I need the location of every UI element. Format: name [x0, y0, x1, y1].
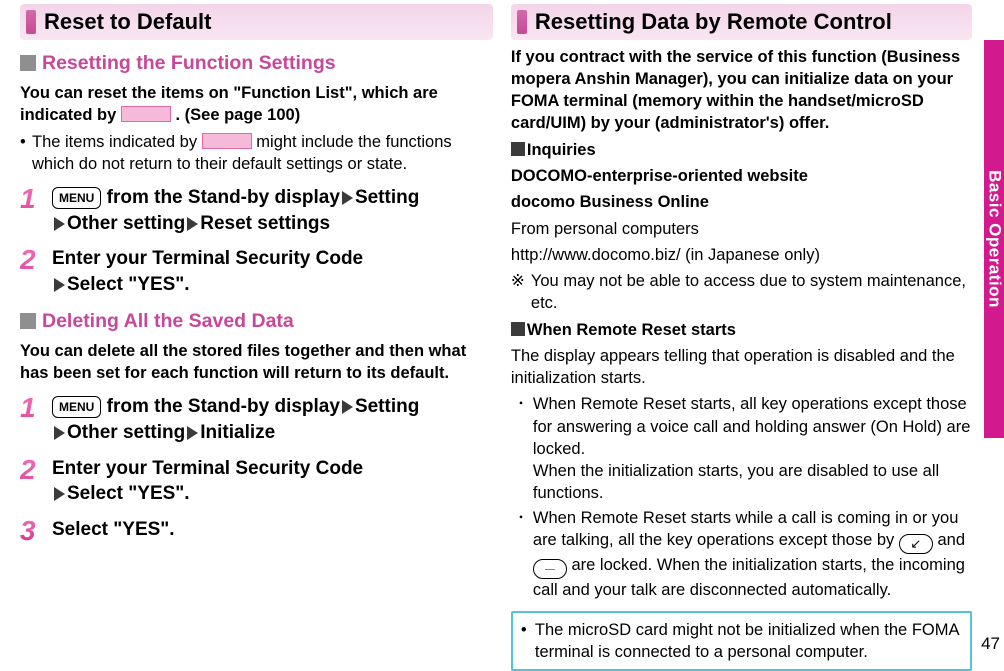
subheading-reset-function: Resetting the Function Settings — [20, 50, 493, 76]
when-label: When Remote Reset starts — [527, 321, 736, 339]
dot-icon: ･ — [517, 507, 533, 601]
kome-mark-icon: ※ — [511, 270, 531, 315]
side-tab-label: Basic Operation — [983, 170, 1004, 308]
note1b-text: When the initialization starts, you are … — [533, 462, 939, 502]
step-number: 1 — [20, 394, 52, 445]
docomo-website: DOCOMO-enterprise-oriented website — [511, 165, 972, 187]
step-text: Reset settings — [200, 213, 330, 234]
triangle-icon — [54, 426, 65, 440]
step-1-initialize: 1 MENU from the Stand-by display Setting … — [20, 394, 493, 445]
step-text: Setting — [355, 187, 419, 208]
bullet-text-a: The items indicated by — [32, 133, 197, 151]
step-text: Select "YES". — [67, 274, 190, 295]
triangle-icon — [54, 487, 65, 501]
end-key-icon: ⏤ — [533, 559, 567, 579]
note2c-text: are locked. When the initialization star… — [533, 556, 965, 599]
note2a-text: When Remote Reset starts while a call is… — [533, 509, 959, 549]
step-number: 2 — [20, 246, 52, 297]
call-key-icon: ↙ — [899, 534, 933, 554]
note1-text: When Remote Reset starts, all key operat… — [533, 395, 970, 458]
subheading-delete-all: Deleting All the Saved Data — [20, 308, 493, 334]
note-row: ･ When Remote Reset starts while a call … — [517, 507, 972, 601]
docomo-business-online: docomo Business Online — [511, 191, 972, 213]
step-body: MENU from the Stand-by display Setting Ot… — [52, 394, 493, 445]
triangle-icon — [187, 426, 198, 440]
when-remote-text: The display appears telling that operati… — [511, 345, 972, 390]
color-swatch-icon — [121, 106, 171, 122]
triangle-icon — [342, 191, 353, 205]
step-text: Select "YES". — [52, 519, 175, 540]
intro-reset-function: You can reset the items on "Function Lis… — [20, 82, 493, 127]
dot-icon: ･ — [517, 393, 533, 504]
page-number: 47 — [981, 633, 1000, 656]
when-remote-label: When Remote Reset starts — [511, 319, 972, 341]
bullet-text: The items indicated by might include the… — [32, 131, 493, 176]
step-text: Select "YES". — [67, 483, 190, 504]
intro-delete-all: You can delete all the stored files toge… — [20, 340, 493, 385]
step-2-reset: 2 Enter your Terminal Security Code Sele… — [20, 246, 493, 297]
step-number: 1 — [20, 185, 52, 236]
bullet-dot: • — [20, 131, 32, 176]
note-text: When Remote Reset starts, all key operat… — [533, 393, 972, 504]
step-body: MENU from the Stand-by display Setting Ot… — [52, 185, 493, 236]
info-box-text: The microSD card might not be initialize… — [535, 619, 962, 664]
step-1-reset: 1 MENU from the Stand-by display Setting … — [20, 185, 493, 236]
step-2-initialize: 2 Enter your Terminal Security Code Sele… — [20, 456, 493, 507]
triangle-icon — [54, 278, 65, 292]
bullet-note: • The items indicated by might include t… — [20, 131, 493, 176]
heading-reset-default: Reset to Default — [20, 4, 493, 40]
step-text: from the Stand-by display — [107, 396, 340, 417]
subheading-text: Resetting the Function Settings — [42, 50, 336, 76]
square-marker-icon — [511, 142, 525, 156]
step-text: Initialize — [200, 422, 275, 443]
step-text: Setting — [355, 396, 419, 417]
note2b-text: and — [937, 531, 965, 549]
note-list: ･ When Remote Reset starts, all key oper… — [517, 393, 972, 600]
bullet-dot: • — [521, 619, 535, 664]
step-text: Enter your Terminal Security Code — [52, 458, 363, 479]
triangle-icon — [54, 217, 65, 231]
square-marker-icon — [511, 322, 525, 336]
left-column: Reset to Default Resetting the Function … — [20, 0, 493, 671]
step-number: 3 — [20, 517, 52, 545]
page-content: Reset to Default Resetting the Function … — [0, 0, 1004, 671]
step-text: Enter your Terminal Security Code — [52, 248, 363, 269]
heading-accent-bar — [517, 10, 527, 34]
heading-text: Resetting Data by Remote Control — [535, 7, 892, 37]
kome-note: ※ You may not be able to access due to s… — [511, 270, 972, 315]
kome-text: You may not be able to access due to sys… — [531, 270, 972, 315]
side-tab: Basic Operation — [984, 40, 1004, 438]
note-text: When Remote Reset starts while a call is… — [533, 507, 972, 601]
note-row: ･ When Remote Reset starts, all key oper… — [517, 393, 972, 504]
step-3-initialize: 3 Select "YES". — [20, 517, 493, 545]
triangle-icon — [342, 400, 353, 414]
square-marker-icon — [20, 55, 36, 71]
step-text: Other setting — [67, 213, 185, 234]
from-pc: From personal computers — [511, 218, 972, 240]
intro-line2b: . (See page 100) — [175, 106, 300, 124]
square-marker-icon — [20, 313, 36, 329]
step-body: Enter your Terminal Security Code Select… — [52, 456, 493, 507]
intro-remote: If you contract with the service of this… — [511, 46, 972, 135]
heading-remote-control: Resetting Data by Remote Control — [511, 4, 972, 40]
color-swatch-icon — [202, 133, 252, 149]
step-body: Enter your Terminal Security Code Select… — [52, 246, 493, 297]
triangle-icon — [187, 217, 198, 231]
intro-line2a: indicated by — [20, 106, 116, 124]
step-number: 2 — [20, 456, 52, 507]
step-text: from the Stand-by display — [107, 187, 340, 208]
step-text: Other setting — [67, 422, 185, 443]
intro-line1: You can reset the items on "Function Lis… — [20, 84, 438, 102]
menu-key-icon: MENU — [52, 187, 101, 209]
docomo-url: http://www.docomo.biz/ (in Japanese only… — [511, 244, 972, 266]
inquiries-line: Inquiries — [511, 139, 972, 161]
heading-text: Reset to Default — [44, 7, 211, 37]
inquiries-label: Inquiries — [527, 141, 596, 159]
right-column: Resetting Data by Remote Control If you … — [511, 0, 984, 671]
heading-accent-bar — [26, 10, 36, 34]
menu-key-icon: MENU — [52, 396, 101, 418]
step-body: Select "YES". — [52, 517, 493, 545]
subheading-text: Deleting All the Saved Data — [42, 308, 294, 334]
